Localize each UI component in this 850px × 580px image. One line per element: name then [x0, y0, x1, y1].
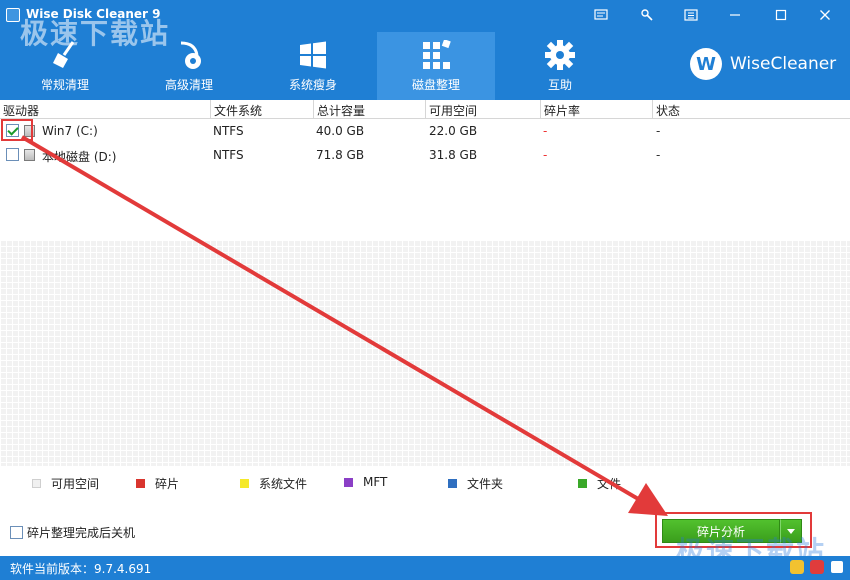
legend-label: 碎片 — [155, 477, 180, 491]
close-button[interactable] — [812, 4, 838, 26]
annotation-highlight-checkbox — [1, 119, 33, 141]
minimize-button[interactable] — [722, 4, 748, 26]
tab-label: 互助 — [547, 78, 572, 92]
tab-mutual-help[interactable]: 互助 — [501, 32, 619, 100]
legend-swatch — [344, 477, 353, 487]
disk-cluster-map — [0, 240, 850, 466]
title-bar: Wise Disk Cleaner 9 极速下载站 — [0, 0, 850, 50]
legend-label: MFT — [363, 475, 388, 489]
tab-label: 常规清理 — [40, 78, 89, 92]
tools-icon[interactable] — [634, 4, 660, 26]
defrag-blocks-icon — [419, 38, 453, 72]
drive-free: 31.8 GB — [429, 148, 478, 162]
gear-icon — [543, 38, 577, 72]
legend-item: 系统文件 — [240, 475, 307, 492]
tab-advanced-clean[interactable]: 高级清理 — [130, 32, 248, 100]
tab-system-slim[interactable]: 系统瘦身 — [254, 32, 372, 100]
version-text: 软件当前版本：9.7.4.691 — [10, 562, 152, 576]
drive-fragmentation: - — [543, 124, 548, 138]
drive-status: - — [656, 124, 661, 138]
status-bar: 软件当前版本：9.7.4.691 — [0, 556, 850, 580]
legend-item: 可用空间 — [32, 475, 99, 492]
legend-swatch — [448, 479, 457, 488]
tab-label: 高级清理 — [164, 78, 213, 92]
broom-icon — [48, 38, 82, 72]
drive-filesystem: NTFS — [213, 124, 244, 138]
legend-item: 文件 — [578, 475, 621, 492]
drive-name: Win7 (C:) — [42, 124, 98, 138]
maximize-button[interactable] — [768, 4, 794, 26]
menu-icon[interactable] — [678, 4, 704, 26]
legend-label: 系统文件 — [259, 477, 308, 491]
drive-status: - — [656, 148, 661, 162]
vacuum-icon — [172, 38, 206, 72]
windows-icon — [296, 38, 330, 72]
drive-checkbox[interactable] — [6, 148, 19, 161]
header-bar: Wise Disk Cleaner 9 极速下载站 常规清理 高级清理 系统瘦身… — [0, 0, 850, 100]
legend-item: 碎片 — [136, 475, 179, 492]
brand: W WiseCleaner — [690, 48, 836, 80]
drive-icon — [24, 149, 35, 161]
brand-logo-icon: W — [690, 48, 722, 80]
tab-label: 磁盘整理 — [411, 78, 460, 92]
drive-total: 71.8 GB — [316, 148, 365, 162]
table-header: 驱动器 文件系统 总计容量 可用空间 碎片率 状态 — [0, 100, 850, 119]
legend-label: 文件夹 — [467, 477, 504, 491]
table-row[interactable]: 本地磁盘 (D:) NTFS 71.8 GB 31.8 GB - - — [0, 143, 850, 167]
app-logo-icon — [6, 8, 20, 22]
table-row[interactable]: Win7 (C:) NTFS 40.0 GB 22.0 GB - - — [0, 119, 850, 143]
column-header-drive[interactable]: 驱动器 — [0, 102, 39, 118]
legend-swatch — [240, 479, 249, 488]
drive-name: 本地磁盘 (D:) — [42, 150, 117, 164]
column-header-free[interactable]: 可用空间 — [426, 102, 477, 118]
smile-icon[interactable] — [790, 560, 804, 574]
shutdown-label[interactable]: 碎片整理完成后关机 — [27, 524, 135, 541]
tab-label: 系统瘦身 — [288, 78, 337, 92]
map-legend: 可用空间 碎片 系统文件 MFT 文件夹 文件 — [0, 466, 850, 496]
legend-swatch — [32, 479, 41, 488]
brand-name: WiseCleaner — [730, 54, 837, 74]
drive-table: 驱动器 文件系统 总计容量 可用空间 碎片率 状态 Win7 (C:) NTFS… — [0, 100, 850, 240]
column-header-fragmentation[interactable]: 碎片率 — [541, 102, 580, 118]
shutdown-checkbox[interactable] — [10, 526, 23, 539]
column-header-total[interactable]: 总计容量 — [314, 102, 365, 118]
legend-swatch — [136, 479, 145, 488]
shutdown-option[interactable]: 碎片整理完成后关机 — [10, 524, 135, 541]
legend-label: 可用空间 — [51, 477, 100, 491]
drive-total: 40.0 GB — [316, 124, 365, 138]
weibo-icon[interactable] — [810, 560, 824, 574]
drive-filesystem: NTFS — [213, 148, 244, 162]
tab-disk-defrag[interactable]: 磁盘整理 — [377, 32, 495, 100]
legend-item: MFT — [344, 475, 387, 489]
drive-free: 22.0 GB — [429, 124, 478, 138]
column-header-status[interactable]: 状态 — [653, 102, 680, 118]
drive-fragmentation: - — [543, 148, 548, 162]
legend-item: 文件夹 — [448, 475, 503, 492]
legend-swatch — [578, 479, 587, 488]
column-header-filesystem[interactable]: 文件系统 — [211, 102, 262, 118]
feedback-icon[interactable] — [588, 4, 614, 26]
legend-label: 文件 — [597, 477, 622, 491]
share-icon[interactable] — [830, 560, 844, 574]
tab-regular-clean[interactable]: 常规清理 — [6, 32, 124, 100]
